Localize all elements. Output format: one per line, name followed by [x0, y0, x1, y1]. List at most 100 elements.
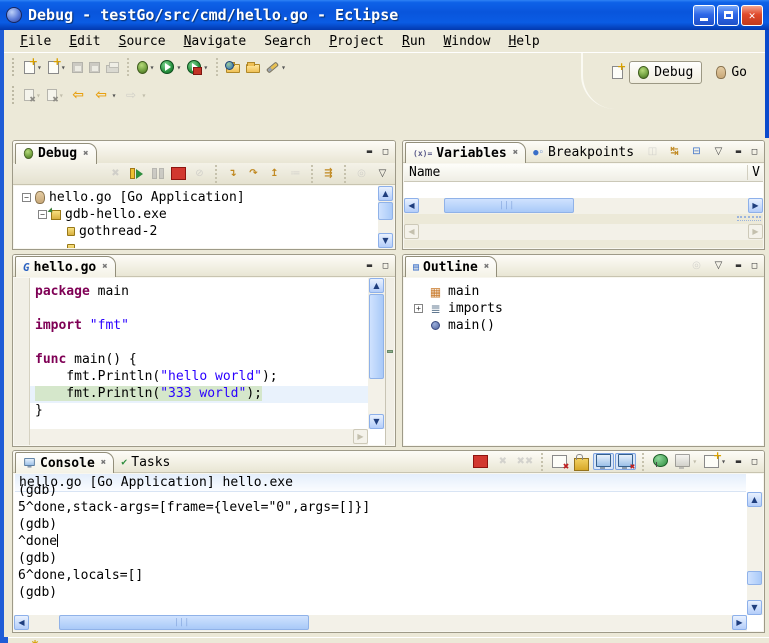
console-line-4[interactable]: (gdb)	[18, 551, 746, 568]
code-line-1[interactable]	[14, 301, 368, 318]
resume-button[interactable]	[126, 164, 147, 183]
scroll-down-icon[interactable]: ▼	[369, 414, 384, 429]
perspective-debug-button[interactable]: Debug	[629, 61, 702, 84]
run-launch-button[interactable]: ▾	[157, 57, 184, 77]
debug-tree-item-2[interactable]: gothread-2	[14, 223, 394, 240]
tab-debug[interactable]: Debug ✖	[15, 143, 97, 164]
open-console-button[interactable]: ▾	[701, 452, 729, 471]
scroll-left-icon[interactable]: ◀	[14, 615, 29, 630]
new-wizard-button[interactable]: ▾	[21, 58, 45, 77]
column-value[interactable]: V	[747, 165, 763, 180]
show-stderr-button[interactable]	[615, 453, 636, 470]
scroll-lock-button[interactable]	[571, 450, 592, 474]
console-line-3[interactable]: ^done	[18, 534, 746, 551]
scroll-left-icon[interactable]: ◀	[404, 198, 419, 213]
maximize-button[interactable]	[717, 5, 739, 26]
collapse-all-button[interactable]: ⊟	[686, 142, 707, 161]
dropdown-arrow-icon[interactable]: ▾	[203, 63, 208, 72]
overview-current-line-marker[interactable]	[387, 350, 393, 353]
pin-console-button[interactable]	[650, 454, 671, 470]
close-tab-icon[interactable]: ✖	[484, 262, 489, 272]
open-perspective-icon[interactable]	[612, 66, 623, 79]
scroll-down-icon[interactable]: ▼	[378, 233, 393, 248]
scroll-thumb[interactable]	[747, 571, 762, 585]
menu-window[interactable]: Window	[435, 32, 498, 51]
step-return-button[interactable]: ↥	[264, 164, 285, 183]
open-element-button[interactable]	[243, 58, 263, 76]
detail-pane-sash[interactable]	[737, 216, 761, 221]
scroll-right-icon[interactable]: ▶	[748, 198, 763, 213]
scroll-up-icon[interactable]: ▲	[378, 186, 393, 201]
scroll-thumb[interactable]: ▏▏▏	[59, 615, 309, 630]
external-tools-button[interactable]: ▾	[184, 57, 211, 77]
search-button[interactable]: ▾	[263, 60, 289, 75]
detail-pane-hscrollbar[interactable]: ◀ ▶	[404, 224, 763, 240]
scroll-thumb[interactable]	[378, 202, 393, 220]
column-name[interactable]: Name	[404, 165, 440, 180]
maximize-view-button[interactable]: □	[747, 259, 762, 273]
menu-run[interactable]: Run	[394, 32, 433, 51]
console-line-5[interactable]: 6^done,locals=[]	[18, 568, 746, 585]
dropdown-arrow-icon[interactable]: ▾	[112, 91, 117, 100]
outline-item-0[interactable]: ▦main	[404, 283, 763, 300]
tab-tasks[interactable]: ✔ Tasks	[114, 452, 177, 473]
debug-tree-item-0[interactable]: −hello.go [Go Application]	[14, 189, 394, 206]
scroll-thumb[interactable]: ▏▏▏	[444, 198, 574, 213]
minimize-view-button[interactable]: ▬	[731, 145, 746, 159]
code-line-7[interactable]: }	[14, 403, 368, 420]
close-button[interactable]: ✕	[741, 5, 763, 26]
new-other-button[interactable]: ▾	[45, 58, 69, 77]
menu-file[interactable]: File	[12, 32, 59, 51]
debug-tree-item-1[interactable]: −gdb-hello.exe	[14, 206, 394, 223]
maximize-view-button[interactable]: □	[378, 259, 393, 273]
perspective-go-button[interactable]: Go	[708, 62, 755, 83]
tree-expander-icon[interactable]: −	[22, 193, 31, 202]
scroll-right-icon[interactable]: ▶	[732, 615, 747, 630]
terminate-button[interactable]	[470, 452, 491, 471]
open-resource-button[interactable]	[223, 58, 243, 76]
view-menu-button[interactable]: ▽	[708, 142, 729, 161]
dropdown-arrow-icon[interactable]: ▾	[281, 63, 286, 72]
show-stdout-button[interactable]	[593, 453, 614, 470]
debug-launch-button[interactable]: ▾	[134, 58, 158, 77]
tab-outline[interactable]: ▤ Outline ✖	[405, 256, 497, 277]
tree-expander-icon[interactable]: +	[414, 304, 423, 313]
scroll-up-icon[interactable]: ▲	[747, 492, 762, 507]
maximize-view-button[interactable]: □	[747, 145, 762, 159]
console-line-1[interactable]: 5^done,stack-args=[frame={level="0",args…	[18, 500, 746, 517]
close-tab-icon[interactable]: ✖	[102, 262, 107, 272]
debug-tree-item-3[interactable]	[14, 240, 394, 248]
menu-search[interactable]: Search	[256, 32, 319, 51]
show-logical-structure-button[interactable]: ↹	[664, 142, 685, 161]
menu-help[interactable]: Help	[500, 32, 547, 51]
last-edit-location-button[interactable]: ⇦	[67, 84, 90, 106]
minimize-view-button[interactable]: ▬	[362, 145, 377, 159]
debug-tree-vscrollbar[interactable]: ▲ ▼	[378, 186, 394, 248]
dropdown-arrow-icon[interactable]: ▾	[36, 91, 41, 100]
editor-vscrollbar[interactable]: ▲ ▼	[368, 278, 385, 429]
back-button[interactable]: ⇦▾	[90, 84, 120, 106]
console-line-0[interactable]: (gdb)	[18, 483, 746, 500]
dropdown-arrow-icon[interactable]: ▾	[59, 91, 64, 100]
scroll-down-icon[interactable]: ▼	[747, 600, 762, 615]
editor-overview-ruler[interactable]	[385, 278, 394, 445]
console-content[interactable]: hello.go [Go Application] hello.exe (gdb…	[14, 474, 763, 631]
maximize-view-button[interactable]: □	[747, 455, 762, 469]
outline-item-2[interactable]: main()	[404, 317, 763, 334]
dropdown-arrow-icon[interactable]: ▾	[150, 63, 155, 72]
step-into-button[interactable]: ↴	[222, 164, 243, 183]
tab-variables[interactable]: (x)= Variables ✖	[405, 142, 526, 163]
tree-expander-icon[interactable]: −	[38, 210, 47, 219]
view-menu-button[interactable]: ▽	[372, 164, 393, 183]
console-hscrollbar[interactable]: ◀ ▏▏▏ ▶	[14, 615, 747, 631]
menu-edit[interactable]: Edit	[61, 32, 108, 51]
code-line-2[interactable]: import "fmt"	[14, 318, 368, 335]
code-line-4[interactable]: func main() {	[14, 352, 368, 369]
console-line-2[interactable]: (gdb)	[18, 517, 746, 534]
dropdown-arrow-icon[interactable]: ▾	[692, 457, 697, 466]
code-line-3[interactable]	[14, 335, 368, 352]
minimize-view-button[interactable]: ▬	[731, 259, 746, 273]
editor-content[interactable]: package mainimport "fmt"func main() { fm…	[14, 278, 394, 445]
maximize-view-button[interactable]: □	[378, 145, 393, 159]
editor-hscrollbar[interactable]: ◀ ▶	[14, 429, 368, 445]
